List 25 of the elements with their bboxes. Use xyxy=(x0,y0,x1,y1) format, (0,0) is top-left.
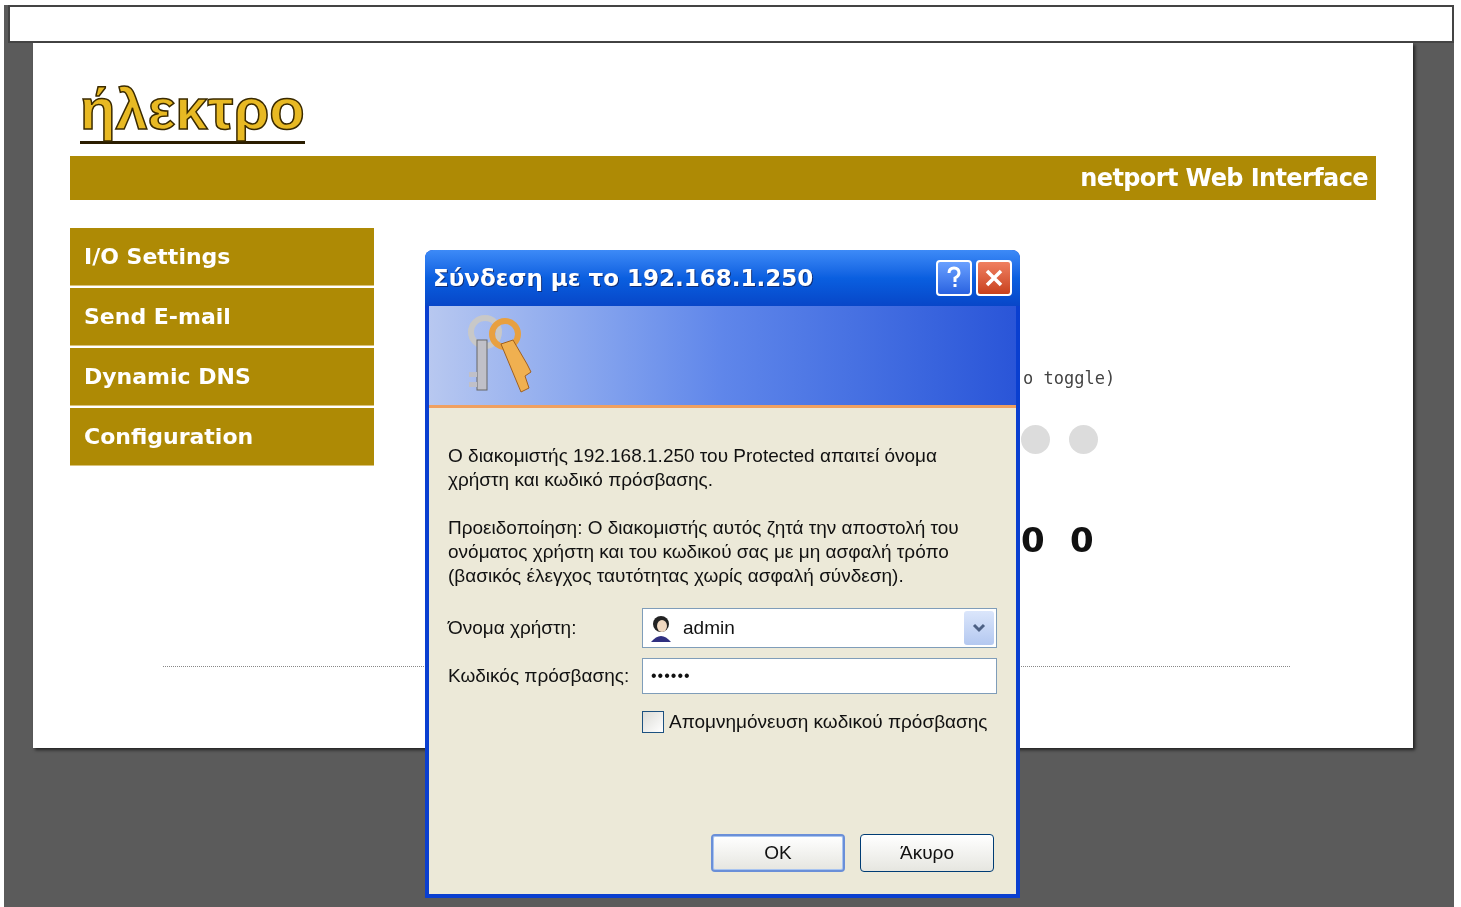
dropdown-button[interactable] xyxy=(964,611,994,645)
dialog-title: Σύνδεση με το 192.168.1.250 xyxy=(433,263,815,293)
password-field[interactable]: •••••• xyxy=(642,658,997,694)
remember-label: Απομνημόνευση κωδικού πρόσβασης xyxy=(669,710,988,734)
hint-text: o toggle) xyxy=(1023,367,1116,390)
close-icon xyxy=(984,268,1004,288)
counter-value: 0 xyxy=(1070,519,1094,562)
help-icon xyxy=(946,266,962,290)
dialog-message: Ο διακομιστής 192.168.1.250 του Protected απαιτεί όνομα χρήστη και κωδικό πρόσβασης. xyxy=(448,444,938,492)
header-title: netport Web Interface xyxy=(1080,163,1368,194)
close-button[interactable] xyxy=(976,260,1012,296)
dialog-button[interactable]: OK xyxy=(711,834,845,872)
username-label: Όνομα χρήστη: xyxy=(448,616,578,640)
user-icon xyxy=(649,614,673,642)
dialog-button[interactable]: Άκυρο xyxy=(860,834,994,872)
help-button[interactable] xyxy=(936,260,972,296)
logo: ήλεκτρο xyxy=(80,77,305,144)
chevron-down-icon xyxy=(972,623,986,633)
remember-checkbox[interactable] xyxy=(642,711,664,733)
username-value: admin xyxy=(683,616,736,640)
username-combo[interactable]: admin xyxy=(642,608,997,648)
password-value: •••••• xyxy=(651,666,691,686)
counter-value: 0 xyxy=(1021,519,1045,562)
warning-text: Προειδοποίηση: Ο διακομιστής αυτός ζητά την αποστολή του ονόματος χρήστη και του κωδικού σας με μη ασφαλή τρόπο (βασικός έλεγχος ταυτότητας χωρίς ασφαλή σύνδεση). xyxy=(448,516,960,588)
password-label: Κωδικός πρόσβασης: xyxy=(448,664,631,688)
